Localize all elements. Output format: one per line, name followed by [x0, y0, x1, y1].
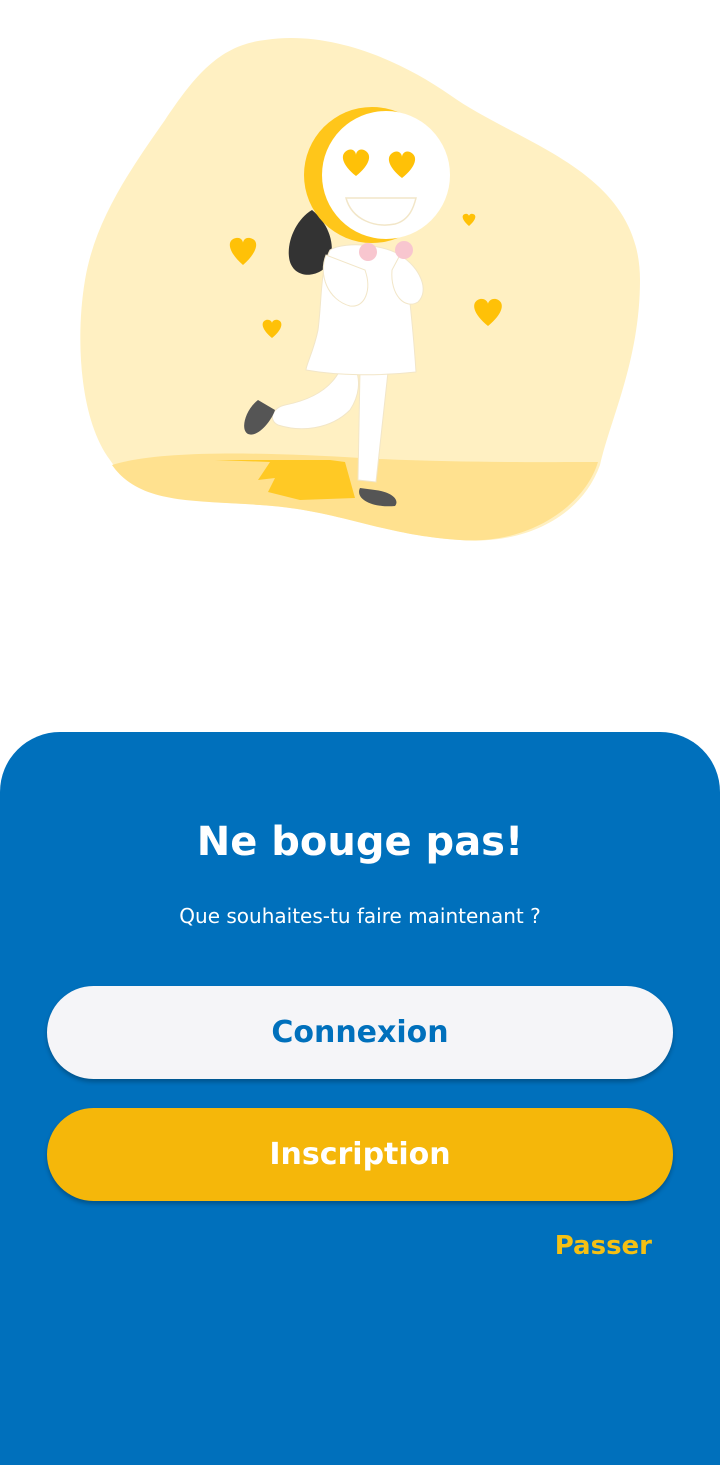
page-title: Ne bouge pas! — [196, 819, 524, 865]
hand — [395, 241, 413, 259]
ground — [112, 453, 598, 541]
signup-button[interactable]: Inscription — [47, 1108, 673, 1201]
skip-link[interactable]: Passer — [555, 1227, 652, 1265]
hand — [359, 243, 377, 261]
page-subtitle: Que souhaites-tu faire maintenant ? — [179, 904, 541, 928]
onboarding-screen: Ne bouge pas! Que souhaites-tu faire mai… — [0, 0, 720, 1465]
heart-eyes-girl-illustration — [80, 38, 640, 541]
login-button[interactable]: Connexion — [47, 986, 673, 1079]
